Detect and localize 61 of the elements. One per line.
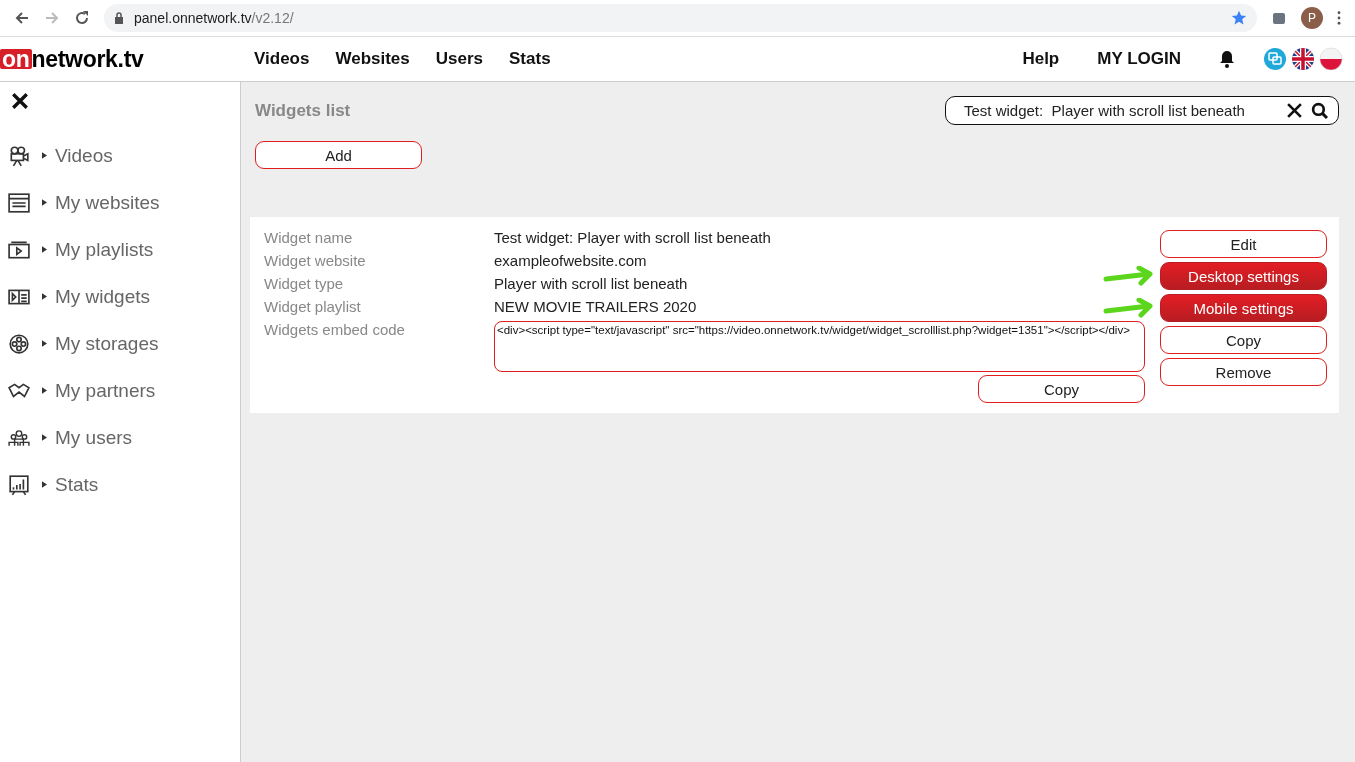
playlist-icon <box>8 238 30 261</box>
sidebar-item[interactable]: My users <box>0 414 240 461</box>
logo[interactable]: onnetwork.tv <box>0 45 254 73</box>
field-value: Player with scroll list beneath <box>494 274 688 294</box>
back-icon[interactable] <box>14 10 30 26</box>
address-bar[interactable]: panel.onnetwork.tv/v2.12/ <box>104 4 1257 32</box>
triangle-icon <box>42 293 47 300</box>
triangle-icon <box>42 152 47 159</box>
action-button[interactable]: Copy <box>1160 326 1327 354</box>
triangle-icon <box>42 340 47 347</box>
sidebar-item[interactable]: Videos <box>0 132 240 179</box>
copy-button[interactable]: Copy <box>978 375 1145 403</box>
url-text: panel.onnetwork.tv/v2.12/ <box>134 10 295 26</box>
action-button[interactable]: Mobile settings <box>1160 294 1327 322</box>
sidebar-item[interactable]: My widgets <box>0 273 240 320</box>
profile-avatar[interactable]: P <box>1301 7 1323 29</box>
bell-icon[interactable] <box>1219 50 1235 68</box>
sidebar-item[interactable]: My storages <box>0 320 240 367</box>
embed-code-field[interactable]: <div><script type="text/javascript" src="https://video.onnetwork.tv/widget/widget_scrolllist.php?widget=1351"></script></div> <box>494 321 1145 372</box>
nav-link[interactable]: Videos <box>254 49 310 69</box>
field-value: Test widget: Player with scroll list beneath <box>494 228 771 248</box>
uk-flag-icon[interactable] <box>1291 47 1315 71</box>
sidebar-item[interactable]: My playlists <box>0 226 240 273</box>
nav-link[interactable]: Stats <box>509 49 551 69</box>
stats-icon <box>8 473 30 496</box>
page-title: Widgets list <box>255 100 351 121</box>
nav-link[interactable]: Websites <box>335 49 410 69</box>
triangle-icon <box>42 434 47 441</box>
field-label: Widget playlist <box>264 297 362 317</box>
menu-icon[interactable] <box>1337 11 1341 25</box>
search-icon[interactable] <box>1311 102 1328 119</box>
sidebar-item[interactable]: My websites <box>0 179 240 226</box>
sidebar-item[interactable]: Stats <box>0 461 240 508</box>
camera-icon <box>8 144 30 167</box>
search-field[interactable]: Test widget: Player with scroll list beneath <box>945 96 1339 125</box>
action-button[interactable]: Desktop settings <box>1160 262 1327 290</box>
lock-icon <box>114 12 124 24</box>
nav-link[interactable]: Help <box>1022 49 1060 69</box>
sidebar-item[interactable]: My partners <box>0 367 240 414</box>
triangle-icon <box>42 199 47 206</box>
field-label: Widget type <box>264 274 345 294</box>
field-label: Widget name <box>264 228 354 248</box>
website-icon <box>8 191 30 214</box>
triangle-icon <box>42 481 47 488</box>
close-icon[interactable] <box>11 92 29 110</box>
star-icon[interactable] <box>1231 10 1247 26</box>
reel-icon <box>8 332 30 355</box>
reload-icon[interactable] <box>74 10 90 26</box>
field-value: NEW MOVIE TRAILERS 2020 <box>494 297 697 317</box>
field-value: exampleofwebsite.com <box>494 251 647 271</box>
triangle-icon <box>42 387 47 394</box>
clear-icon[interactable] <box>1286 102 1303 119</box>
add-button[interactable]: Add <box>255 141 422 169</box>
triangle-icon <box>42 246 47 253</box>
nav-link[interactable]: Users <box>435 49 484 69</box>
nav-link[interactable]: MY LOGIN <box>1097 49 1181 69</box>
poland-flag-icon[interactable] <box>1319 47 1343 71</box>
action-button[interactable]: Edit <box>1160 230 1327 258</box>
field-label: Widget website <box>264 251 367 271</box>
action-button[interactable]: Remove <box>1160 358 1327 386</box>
field-label: Widgets embed code <box>264 320 406 340</box>
